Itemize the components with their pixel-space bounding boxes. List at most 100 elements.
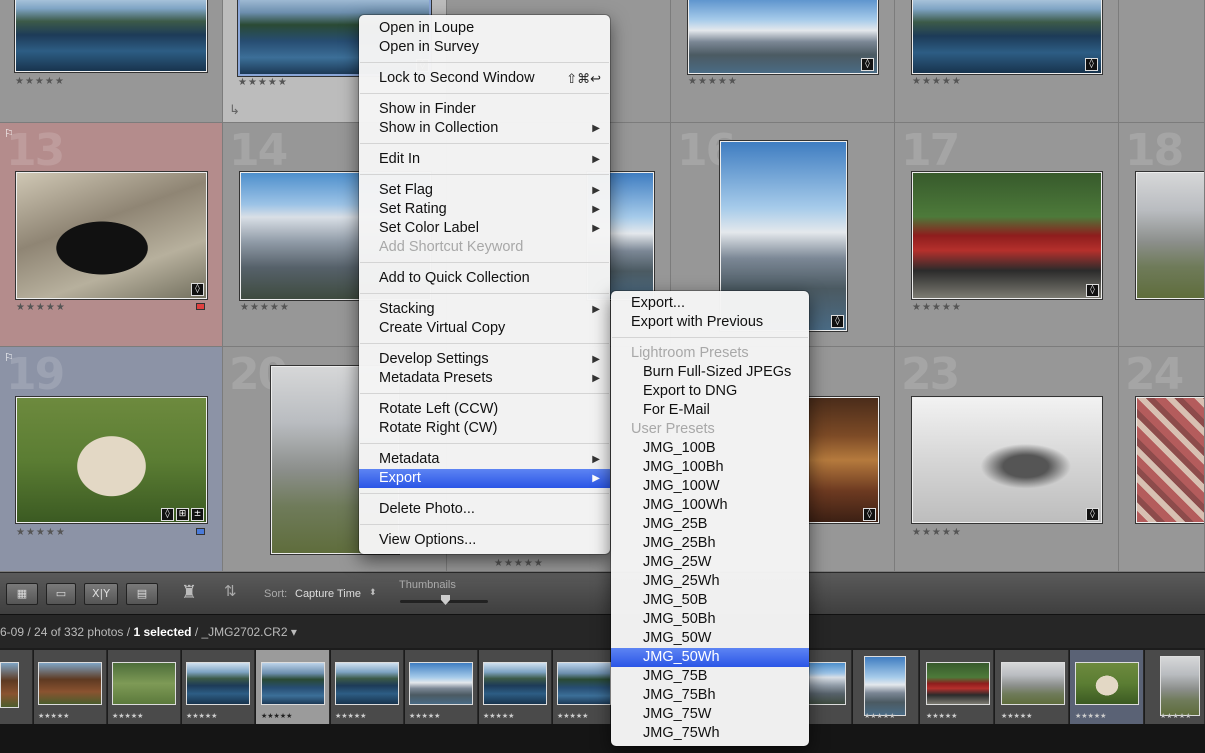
filmstrip-thumbnail[interactable] [926, 662, 990, 705]
filmstrip-cell[interactable]: ★★★★★ [995, 650, 1069, 724]
filmstrip-cell[interactable]: ★★★★★ [479, 650, 552, 724]
photo-thumbnail[interactable] [912, 0, 1102, 74]
menu-item-create-virtual-copy[interactable]: Create Virtual Copy [359, 319, 610, 338]
grid-cell[interactable] [1119, 0, 1205, 123]
filmstrip-thumbnail[interactable] [557, 662, 611, 705]
submenu-item-export-with-previous[interactable]: Export with Previous [611, 313, 809, 332]
filmstrip-cell[interactable]: ★★★★★ [920, 650, 994, 724]
menu-item-open-in-loupe[interactable]: Open in Loupe [359, 19, 610, 38]
menu-item-lock-to-second-window[interactable]: Lock to Second Window ⇧⌘↩ [359, 69, 610, 88]
metadata-badge-icon[interactable]: ◊ [863, 508, 876, 521]
sort-direction-icon[interactable]: ⇅ [224, 582, 237, 600]
sort-select[interactable]: Capture Time [295, 588, 361, 600]
menu-item-set-rating[interactable]: Set Rating ▶ [359, 200, 610, 219]
filmstrip-thumbnail[interactable] [38, 662, 102, 705]
grid-cell[interactable]: ⚐ 19 ★★★★★ ◊ ⊞ ± [0, 347, 223, 572]
filmstrip-thumbnail[interactable] [1001, 662, 1065, 705]
filmstrip-cell[interactable]: ★★★★★ [853, 650, 919, 724]
menu-item-show-in-finder[interactable]: Show in Finder [359, 100, 610, 119]
rating-stars[interactable]: ★★★★★ [1001, 712, 1032, 720]
user-preset-item[interactable]: JMG_25Wh [611, 572, 809, 591]
rating-stars[interactable]: ★★★★★ [557, 712, 588, 720]
filmstrip-cell[interactable]: ★★★★★ [182, 650, 255, 724]
rating-stars[interactable]: ★★★★★ [15, 76, 65, 87]
menu-item-edit-in[interactable]: Edit In ▶ [359, 150, 610, 169]
user-preset-item[interactable]: JMG_100Bh [611, 458, 809, 477]
color-label-swatch[interactable] [196, 528, 205, 535]
filmstrip-thumbnail[interactable] [864, 656, 906, 716]
chevron-updown-icon[interactable]: ⬍ [369, 587, 377, 598]
photo-thumbnail[interactable] [16, 397, 207, 523]
menu-item-set-color-label[interactable]: Set Color Label ▶ [359, 219, 610, 238]
photo-thumbnail[interactable] [912, 397, 1102, 523]
photo-thumbnail[interactable] [16, 172, 207, 299]
preset-item[interactable]: For E-Mail [611, 401, 809, 420]
user-preset-item[interactable]: JMG_50Bh [611, 610, 809, 629]
user-preset-item[interactable]: JMG_50W [611, 629, 809, 648]
photo-thumbnail[interactable] [807, 397, 879, 523]
user-preset-item[interactable]: JMG_100Wh [611, 496, 809, 515]
grid-cell[interactable]: 23 ★★★★★ ◊ [895, 347, 1119, 572]
user-preset-item[interactable]: JMG_75Wh [611, 724, 809, 743]
menu-item-export[interactable]: Export ▶ [359, 469, 610, 488]
compare-view-button[interactable]: X|Y [84, 583, 118, 605]
rating-stars[interactable]: ★★★★★ [16, 527, 66, 538]
user-preset-item[interactable]: JMG_25Bh [611, 534, 809, 553]
photo-thumbnail[interactable] [688, 0, 878, 74]
rating-stars[interactable]: ★★★★★ [912, 527, 962, 538]
filmstrip-thumbnail[interactable] [112, 662, 176, 705]
user-preset-item[interactable]: JMG_25B [611, 515, 809, 534]
menu-item-stacking[interactable]: Stacking ▶ [359, 300, 610, 319]
photo-thumbnail[interactable] [1136, 397, 1204, 523]
metadata-badge-icon[interactable]: ◊ [191, 283, 204, 296]
rating-stars[interactable]: ★★★★★ [494, 558, 544, 569]
menu-item-view-options[interactable]: View Options... [359, 531, 610, 550]
grid-cell[interactable]: 18 [1119, 123, 1205, 347]
rating-stars[interactable]: ★★★★★ [240, 302, 290, 313]
grid-cell[interactable]: ★★★★★ ◊ [895, 0, 1119, 123]
metadata-badge-icon[interactable]: ◊ [1086, 508, 1099, 521]
user-preset-item-highlighted[interactable]: JMG_50Wh [611, 648, 809, 667]
photo-thumbnail[interactable] [912, 172, 1102, 299]
filmstrip-cell[interactable] [808, 650, 852, 724]
filmstrip-thumbnail[interactable] [0, 662, 19, 708]
photo-thumbnail[interactable] [1136, 172, 1204, 299]
rating-stars[interactable]: ★★★★★ [238, 77, 288, 88]
menu-item-metadata[interactable]: Metadata ▶ [359, 450, 610, 469]
user-preset-item[interactable]: JMG_100W [611, 477, 809, 496]
rating-stars[interactable]: ★★★★★ [16, 302, 66, 313]
filmstrip-cell[interactable]: ★★★★★ [405, 650, 478, 724]
rating-stars[interactable]: ★★★★★ [926, 712, 957, 720]
filmstrip-cell[interactable]: ★★★★★ [331, 650, 404, 724]
preset-item[interactable]: Export to DNG [611, 382, 809, 401]
rating-stars[interactable]: ★★★★★ [1075, 712, 1106, 720]
grid-cell[interactable]: ★★★★★ [0, 0, 223, 123]
grid-cell[interactable]: 17 ★★★★★ ◊ [895, 123, 1119, 347]
filmstrip-cell[interactable]: ★★★★★ [553, 650, 611, 724]
develop-badge-icon[interactable]: ± [191, 508, 204, 521]
filmstrip-cell-selected[interactable]: ★★★★★ [256, 650, 330, 724]
filmstrip-thumbnail[interactable] [1075, 662, 1139, 705]
rating-stars[interactable]: ★★★★★ [483, 712, 514, 720]
rating-stars[interactable]: ★★★★★ [1160, 712, 1191, 720]
rating-stars[interactable]: ★★★★★ [186, 712, 217, 720]
filmstrip-thumbnail[interactable] [261, 662, 325, 705]
rating-stars[interactable]: ★★★★★ [112, 712, 143, 720]
metadata-badge-icon[interactable]: ◊ [831, 315, 844, 328]
metadata-badge-icon[interactable]: ◊ [1086, 284, 1099, 297]
crop-badge-icon[interactable]: ⊞ [176, 508, 189, 521]
user-preset-item[interactable]: JMG_50B [611, 591, 809, 610]
filename-text[interactable]: / _JMG2702.CR2 ▾ [191, 625, 297, 639]
loupe-view-icon[interactable]: ▭ [46, 583, 76, 605]
grid-cell[interactable]: 24 [1119, 347, 1205, 572]
rating-stars[interactable]: ★★★★★ [688, 76, 738, 87]
grid-cell[interactable]: ⚐ 13 ★★★★★ ◊ [0, 123, 223, 347]
menu-item-delete-photo[interactable]: Delete Photo... [359, 500, 610, 519]
user-preset-item[interactable]: JMG_75W [611, 705, 809, 724]
menu-item-show-in-collection[interactable]: Show in Collection ▶ [359, 119, 610, 138]
filmstrip-thumbnail[interactable] [483, 662, 547, 705]
user-preset-item[interactable]: JMG_75Bh [611, 686, 809, 705]
menu-item-open-in-survey[interactable]: Open in Survey [359, 38, 610, 57]
rating-stars[interactable]: ★★★★★ [335, 712, 366, 720]
spray-can-icon[interactable]: ♜ [181, 582, 197, 603]
